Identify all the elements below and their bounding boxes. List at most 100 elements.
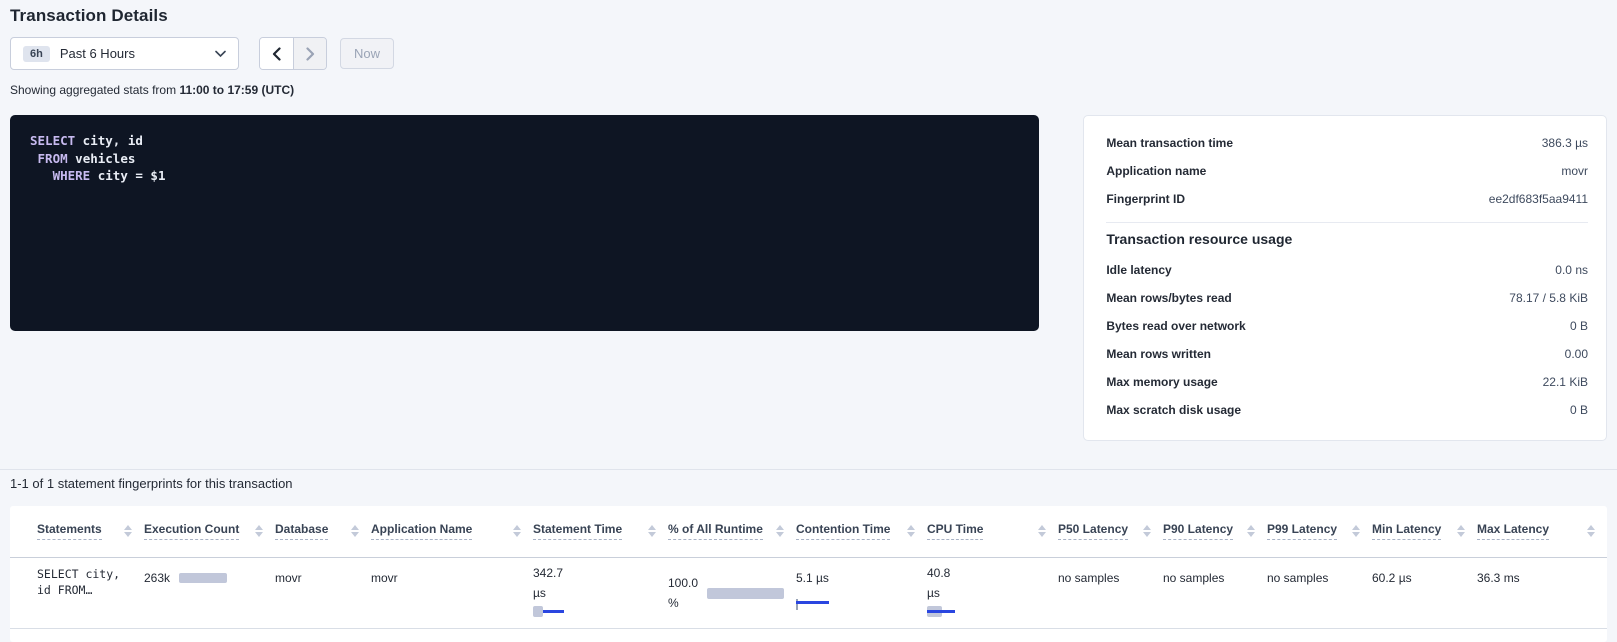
column-label: Statements bbox=[37, 522, 102, 540]
time-controls: 6h Past 6 Hours Now bbox=[10, 37, 1607, 70]
statement-time-value: 342.7 bbox=[533, 566, 656, 581]
column-header-statement-time[interactable]: Statement Time bbox=[533, 506, 668, 557]
resource-value: 0 B bbox=[1570, 319, 1588, 333]
sort-icon[interactable] bbox=[1247, 525, 1255, 537]
chevron-left-icon bbox=[272, 47, 281, 61]
statements-table: Statements Execution CountDatabase Applica… bbox=[10, 506, 1607, 629]
resource-label: Max scratch disk usage bbox=[1106, 403, 1241, 417]
resource-value: 0 B bbox=[1570, 403, 1588, 417]
sort-icon[interactable] bbox=[255, 525, 263, 537]
contention-time-value: 5.1 µs bbox=[796, 571, 915, 586]
sort-icon[interactable] bbox=[776, 525, 784, 537]
transaction-summary-card: Mean transaction time 386.3 µs Application… bbox=[1083, 115, 1607, 441]
column-header-statements[interactable]: Statements bbox=[10, 506, 144, 557]
resource-value: 22.1 KiB bbox=[1543, 375, 1588, 389]
sort-icon[interactable] bbox=[351, 525, 359, 537]
column-header-execution-count[interactable]: Execution Count bbox=[144, 506, 275, 557]
time-step-group bbox=[259, 37, 327, 70]
statement-time-bar bbox=[533, 606, 656, 618]
resource-value: 0.00 bbox=[1565, 347, 1588, 361]
column-label: Database bbox=[275, 522, 328, 540]
prev-time-button[interactable] bbox=[260, 38, 293, 69]
sort-icon[interactable] bbox=[124, 525, 132, 537]
resource-label: Max memory usage bbox=[1106, 375, 1217, 389]
statements-table-card: Statements Execution CountDatabase Applica… bbox=[10, 506, 1607, 642]
resource-label: Mean rows/bytes read bbox=[1106, 291, 1231, 305]
sort-icon[interactable] bbox=[1143, 525, 1151, 537]
column-label: Contention Time bbox=[796, 522, 890, 540]
summary-divider bbox=[1106, 222, 1588, 223]
resource-label: Mean rows written bbox=[1106, 347, 1211, 361]
column-label: Max Latency bbox=[1477, 522, 1549, 540]
transaction-details-page: Transaction Details 6h Past 6 Hours Now … bbox=[0, 0, 1617, 642]
sort-icon[interactable] bbox=[1587, 525, 1595, 537]
summary-value: ee2df683f5aa9411 bbox=[1489, 192, 1588, 206]
chevron-down-icon bbox=[215, 50, 226, 58]
sort-icon[interactable] bbox=[648, 525, 656, 537]
next-time-button[interactable] bbox=[293, 38, 326, 69]
execution-count-value: 263k bbox=[144, 571, 170, 585]
column-header-p50-latency[interactable]: P50 Latency bbox=[1058, 506, 1163, 557]
column-label: Min Latency bbox=[1372, 522, 1441, 540]
resource-row: Max memory usage 22.1 KiB bbox=[1106, 368, 1588, 396]
sql-statement-box: SELECT city, id FROM vehicles WHERE city… bbox=[10, 115, 1039, 331]
main-content: SELECT city, id FROM vehicles WHERE city… bbox=[10, 115, 1607, 441]
time-range-badge: 6h bbox=[23, 46, 50, 62]
summary-label: Application name bbox=[1106, 164, 1206, 178]
column-label: P99 Latency bbox=[1267, 522, 1337, 540]
table-row: SELECT city, id FROM… 263k movr movr 342… bbox=[10, 557, 1607, 628]
column-label: Application Name bbox=[371, 522, 472, 540]
min-latency-value: 60.2 µs bbox=[1372, 571, 1412, 585]
column-header-database[interactable]: Database bbox=[275, 506, 371, 557]
aggregated-stats-caption: Showing aggregated stats from 11:00 to 1… bbox=[10, 83, 1607, 97]
column-header--of-all-runtime[interactable]: % of All Runtime bbox=[668, 506, 796, 557]
summary-label: Mean transaction time bbox=[1106, 136, 1233, 150]
application-name-value: movr bbox=[371, 571, 398, 585]
resource-row: Mean rows/bytes read78.17 / 5.8 KiB bbox=[1106, 284, 1588, 312]
section-divider bbox=[0, 469, 1617, 470]
resource-row: Bytes read over network 0 B bbox=[1106, 312, 1588, 340]
statement-link[interactable]: SELECT city, id FROM… bbox=[37, 566, 132, 598]
column-header-max-latency[interactable]: Max Latency bbox=[1477, 506, 1607, 557]
sort-icon[interactable] bbox=[1352, 525, 1360, 537]
chevron-right-icon bbox=[306, 47, 315, 61]
sort-icon[interactable] bbox=[907, 525, 915, 537]
sort-icon[interactable] bbox=[513, 525, 521, 537]
summary-row: Fingerprint ID ee2df683f5aa9411 bbox=[1106, 185, 1588, 213]
column-header-p90-latency[interactable]: P90 Latency bbox=[1163, 506, 1267, 557]
resource-row: Max scratch disk usage 0 B bbox=[1106, 396, 1588, 424]
column-header-cpu-time[interactable]: CPU Time bbox=[927, 506, 1058, 557]
p90-latency-value: no samples bbox=[1163, 571, 1224, 585]
runtime-pct-value: 100.0 bbox=[668, 576, 698, 591]
max-latency-value: 36.3 ms bbox=[1477, 571, 1520, 585]
database-value: movr bbox=[275, 571, 302, 585]
column-label: CPU Time bbox=[927, 522, 983, 540]
now-button[interactable]: Now bbox=[340, 38, 394, 69]
contention-time-bar bbox=[796, 597, 915, 609]
column-header-p99-latency[interactable]: P99 Latency bbox=[1267, 506, 1372, 557]
resource-row: Mean rows written 0.00 bbox=[1106, 340, 1588, 368]
p50-latency-value: no samples bbox=[1058, 571, 1119, 585]
time-range-dropdown[interactable]: 6h Past 6 Hours bbox=[10, 37, 239, 70]
sort-icon[interactable] bbox=[1038, 525, 1046, 537]
execution-count-bar bbox=[179, 573, 227, 583]
column-label: Statement Time bbox=[533, 522, 622, 540]
page-title: Transaction Details bbox=[10, 6, 1607, 26]
summary-row: Mean transaction time 386.3 µs bbox=[1106, 129, 1588, 157]
table-header-row: Statements Execution CountDatabase Applica… bbox=[10, 506, 1607, 557]
resource-label: Bytes read over network bbox=[1106, 319, 1245, 333]
resource-label: Idle latency bbox=[1106, 263, 1171, 277]
column-header-min-latency[interactable]: Min Latency bbox=[1372, 506, 1477, 557]
column-header-contention-time[interactable]: Contention Time bbox=[796, 506, 927, 557]
sort-icon[interactable] bbox=[1457, 525, 1465, 537]
column-label: P50 Latency bbox=[1058, 522, 1128, 540]
summary-label: Fingerprint ID bbox=[1106, 192, 1185, 206]
column-header-application-name[interactable]: Application Name bbox=[371, 506, 533, 557]
resource-usage-title: Transaction resource usage bbox=[1106, 231, 1588, 247]
runtime-pct-bar bbox=[707, 588, 784, 599]
cpu-time-bar bbox=[927, 606, 1046, 618]
resource-usage-rows: Idle latency0.0 nsMean rows/bytes read78… bbox=[1106, 256, 1588, 424]
summary-value: 386.3 µs bbox=[1542, 136, 1588, 150]
resource-row: Idle latency0.0 ns bbox=[1106, 256, 1588, 284]
summary-value: movr bbox=[1561, 164, 1588, 178]
